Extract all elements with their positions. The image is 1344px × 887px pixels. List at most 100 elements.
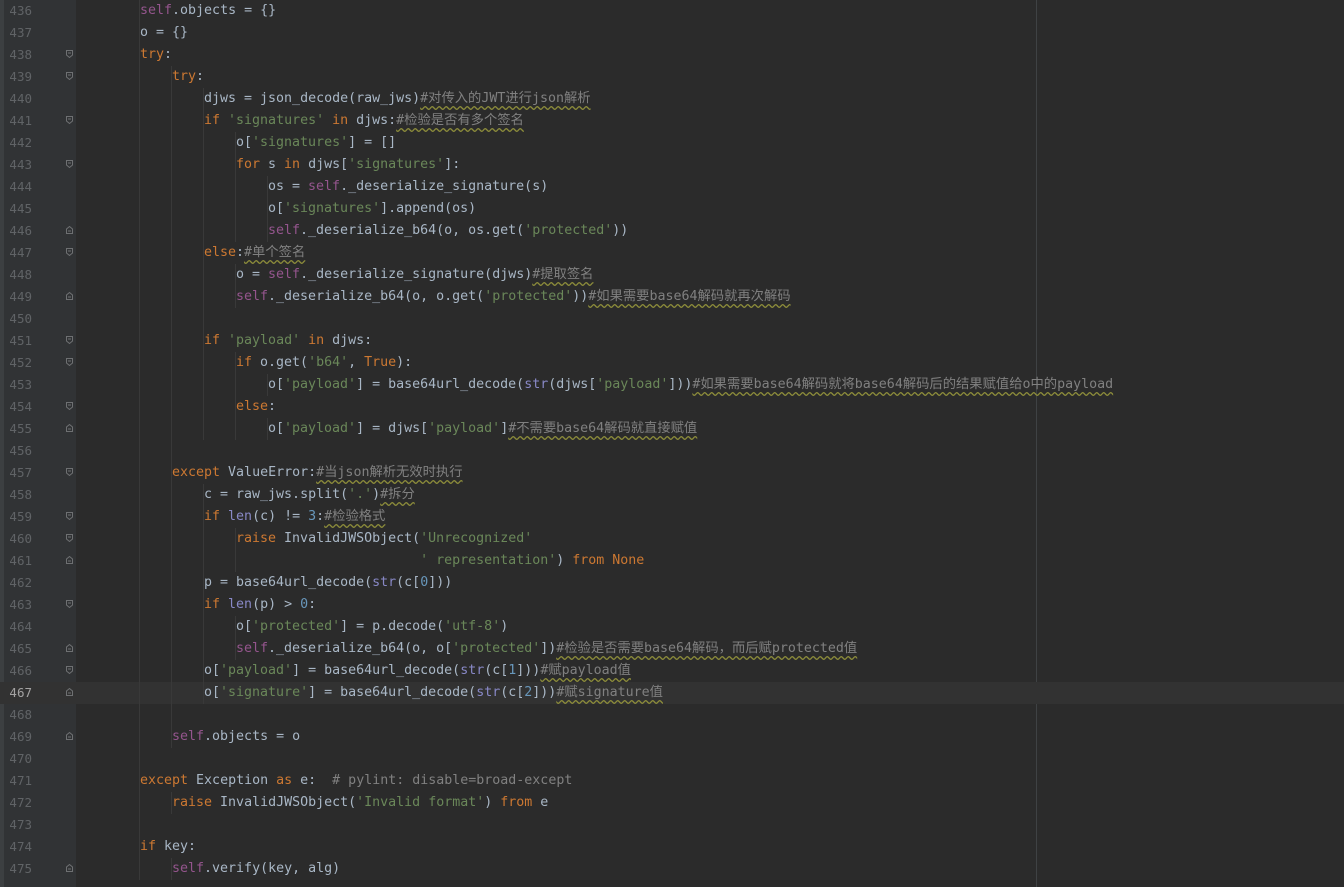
code-line[interactable]: 445 o['signatures'].append(os) [0,198,1344,220]
fold-open-icon[interactable] [66,358,73,366]
code-text[interactable]: raise InvalidJWSObject('Invalid format')… [76,792,548,814]
code-text[interactable]: for s in djws['signatures']: [76,154,460,176]
code-line[interactable]: 466 o['payload'] = base64url_decode(str(c… [0,660,1344,682]
code-text[interactable]: c = raw_jws.split('.')#拆分 [76,484,415,506]
fold-close-icon[interactable] [66,292,73,300]
code-text[interactable]: o = self._deserialize_signature(djws)#提取… [76,264,593,286]
fold-close-icon[interactable] [66,732,73,740]
code-text[interactable]: self._deserialize_b64(o, o.get('protecte… [76,286,791,308]
fold-close-icon[interactable] [66,688,73,696]
fold-close-icon[interactable] [66,226,73,234]
code-line[interactable]: 467 o['signature'] = base64url_decode(str… [0,682,1344,704]
code-line[interactable]: 447 else:#单个签名 [0,242,1344,264]
code-text[interactable]: p = base64url_decode(str(c[0])) [76,572,452,594]
code-line[interactable]: 443 for s in djws['signatures']: [0,154,1344,176]
fold-open-icon[interactable] [66,72,73,80]
code-text[interactable] [76,440,172,462]
code-text[interactable] [76,308,204,330]
code-text[interactable]: o['payload'] = djws['payload']#不需要base64… [76,418,697,440]
code-text[interactable]: try: [76,66,204,88]
code-text[interactable] [76,748,140,770]
code-line[interactable]: 470 [0,748,1344,770]
code-line[interactable]: 463 if len(p) > 0: [0,594,1344,616]
fold-open-icon[interactable] [66,600,73,608]
code-text[interactable]: self.verify(key, alg) [76,858,340,880]
code-text[interactable]: o['signature'] = base64url_decode(str(c[… [76,682,663,704]
code-line[interactable]: 440 djws = json_decode(raw_jws)#对传入的JWT进行… [0,88,1344,110]
code-text[interactable]: raise InvalidJWSObject('Unrecognized' [76,528,532,550]
code-text[interactable]: o = {} [76,22,188,44]
code-line[interactable]: 450 [0,308,1344,330]
code-line[interactable]: 461 ' representation') from None [0,550,1344,572]
code-line[interactable]: 451 if 'payload' in djws: [0,330,1344,352]
code-text[interactable]: self.objects = o [76,726,300,748]
code-line[interactable]: 448 o = self._deserialize_signature(djws)… [0,264,1344,286]
code-line[interactable]: 472 raise InvalidJWSObject('Invalid forma… [0,792,1344,814]
fold-open-icon[interactable] [66,50,73,58]
fold-open-icon[interactable] [66,468,73,476]
code-text[interactable]: o['payload'] = base64url_decode(str(c[1]… [76,660,631,682]
code-line[interactable]: 458 c = raw_jws.split('.')#拆分 [0,484,1344,506]
code-line[interactable]: 468 [0,704,1344,726]
code-text[interactable]: if 'signatures' in djws:#检验是否有多个签名 [76,110,524,132]
code-text[interactable]: djws = json_decode(raw_jws)#对传入的JWT进行jso… [76,88,591,110]
fold-open-icon[interactable] [66,336,73,344]
code-text[interactable] [76,814,140,836]
code-line[interactable]: 452 if o.get('b64', True): [0,352,1344,374]
code-line[interactable]: 464 o['protected'] = p.decode('utf-8') [0,616,1344,638]
code-text[interactable]: except ValueError:#当json解析无效时执行 [76,462,463,484]
fold-open-icon[interactable] [66,248,73,256]
code-line[interactable]: 442 o['signatures'] = [] [0,132,1344,154]
code-line[interactable]: 474 if key: [0,836,1344,858]
code-line[interactable]: 436 self.objects = {} [0,0,1344,22]
fold-close-icon[interactable] [66,556,73,564]
code-line[interactable]: 438 try: [0,44,1344,66]
code-line[interactable]: 454 else: [0,396,1344,418]
fold-open-icon[interactable] [66,116,73,124]
code-line[interactable]: 456 [0,440,1344,462]
code-line[interactable]: 473 [0,814,1344,836]
code-text[interactable]: o['payload'] = base64url_decode(str(djws… [76,374,1113,396]
code-line[interactable]: 441 if 'signatures' in djws:#检验是否有多个签名 [0,110,1344,132]
code-text[interactable]: except Exception as e: # pylint: disable… [76,770,572,792]
code-line[interactable]: 471 except Exception as e: # pylint: disa… [0,770,1344,792]
code-line[interactable]: 459 if len(c) != 3:#检验格式 [0,506,1344,528]
code-text[interactable]: else:#单个签名 [76,242,305,264]
code-text[interactable]: self.objects = {} [76,0,276,22]
code-text[interactable]: if key: [76,836,196,858]
code-line[interactable]: 469 self.objects = o [0,726,1344,748]
code-text[interactable]: o['protected'] = p.decode('utf-8') [76,616,508,638]
code-text[interactable] [76,704,172,726]
code-text[interactable]: self._deserialize_b64(o, o['protected'])… [76,638,857,660]
fold-open-icon[interactable] [66,402,73,410]
code-line[interactable]: 449 self._deserialize_b64(o, o.get('prote… [0,286,1344,308]
code-line[interactable]: 455 o['payload'] = djws['payload']#不需要bas… [0,418,1344,440]
code-text[interactable]: o['signatures'] = [] [76,132,396,154]
code-text[interactable]: try: [76,44,172,66]
code-text[interactable]: ' representation') from None [76,550,644,572]
code-text[interactable]: self._deserialize_b64(o, os.get('protect… [76,220,628,242]
code-line[interactable]: 462 p = base64url_decode(str(c[0])) [0,572,1344,594]
code-line[interactable]: 437 o = {} [0,22,1344,44]
code-editor[interactable]: 436 self.objects = {} 437 o = {} 438 try: 439 t… [0,0,1344,887]
fold-open-icon[interactable] [66,666,73,674]
code-line[interactable]: 453 o['payload'] = base64url_decode(str(d… [0,374,1344,396]
fold-open-icon[interactable] [66,160,73,168]
fold-close-icon[interactable] [66,644,73,652]
code-text[interactable]: os = self._deserialize_signature(s) [76,176,548,198]
code-text[interactable]: o['signatures'].append(os) [76,198,476,220]
fold-close-icon[interactable] [66,864,73,872]
code-line[interactable]: 439 try: [0,66,1344,88]
code-text[interactable]: if len(p) > 0: [76,594,316,616]
code-text[interactable]: if 'payload' in djws: [76,330,372,352]
fold-close-icon[interactable] [66,424,73,432]
fold-open-icon[interactable] [66,534,73,542]
code-line[interactable]: 457 except ValueError:#当json解析无效时执行 [0,462,1344,484]
code-text[interactable]: if o.get('b64', True): [76,352,412,374]
code-line[interactable]: 446 self._deserialize_b64(o, os.get('prot… [0,220,1344,242]
code-line[interactable]: 465 self._deserialize_b64(o, o['protected… [0,638,1344,660]
fold-open-icon[interactable] [66,512,73,520]
code-text[interactable]: if len(c) != 3:#检验格式 [76,506,385,528]
code-line[interactable]: 444 os = self._deserialize_signature(s) [0,176,1344,198]
code-line[interactable]: 460 raise InvalidJWSObject('Unrecognized' [0,528,1344,550]
